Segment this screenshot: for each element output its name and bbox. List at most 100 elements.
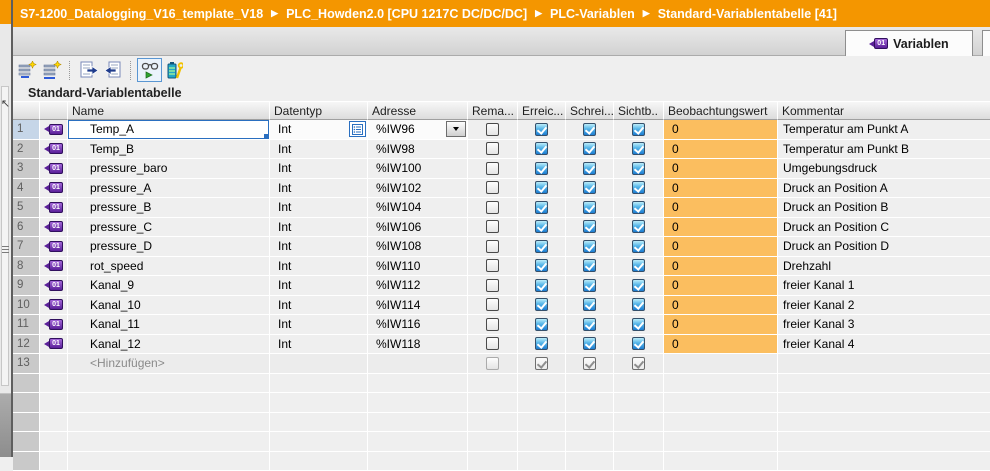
datentyp-cell[interactable]: Int (270, 198, 368, 218)
datentyp-cell[interactable]: Int (270, 335, 368, 355)
checkbox-sichtbar[interactable] (632, 162, 645, 175)
address-dropdown-button[interactable] (446, 121, 466, 137)
tab-variablen[interactable]: 01 Variablen (845, 30, 973, 56)
variable-name-cell[interactable]: Kanal_10 (68, 296, 270, 316)
header-icon[interactable] (40, 101, 68, 120)
checkbox-sichtbar[interactable] (632, 259, 645, 272)
header-sichtbar[interactable]: Sichtb.. (614, 101, 664, 120)
row-number[interactable]: 12 (13, 335, 40, 355)
export-button[interactable] (76, 58, 101, 82)
kommentar-cell[interactable]: freier Kanal 1 (778, 276, 990, 296)
kommentar-cell[interactable]: Umgebungsdruck (778, 159, 990, 179)
checkbox-schreibbar[interactable] (583, 259, 596, 272)
row-number[interactable]: 2 (13, 140, 40, 160)
checkbox-sichtbar[interactable] (632, 201, 645, 214)
breadcrumb-item[interactable]: PLC_Howden2.0 [CPU 1217C DC/DC/DC] (286, 7, 527, 21)
checkbox-sichtbar[interactable] (632, 279, 645, 292)
datentyp-cell[interactable]: Int (270, 179, 368, 199)
variable-name-cell[interactable]: Kanal_12 (68, 335, 270, 355)
row-number[interactable]: 7 (13, 237, 40, 257)
kommentar-cell[interactable]: Drehzahl (778, 257, 990, 277)
row-number[interactable]: 6 (13, 218, 40, 238)
row-number[interactable]: 10 (13, 296, 40, 316)
datentyp-cell[interactable]: Int (270, 120, 368, 140)
checkbox-erreichbar[interactable] (535, 357, 548, 370)
add-variable-row[interactable]: 13 <Hinzufügen> (13, 354, 990, 374)
adresse-cell[interactable]: %IW100 (368, 159, 468, 179)
checkbox-erreichbar[interactable] (535, 123, 548, 136)
checkbox-schreibbar[interactable] (583, 201, 596, 214)
checkbox-remanenz[interactable] (486, 181, 499, 194)
row-number[interactable]: 5 (13, 198, 40, 218)
kommentar-cell[interactable]: Druck an Position A (778, 179, 990, 199)
checkbox-remanenz[interactable] (486, 220, 499, 233)
checkbox-sichtbar[interactable] (632, 181, 645, 194)
checkbox-erreichbar[interactable] (535, 337, 548, 350)
checkbox-schreibbar[interactable] (583, 181, 596, 194)
breadcrumb-item[interactable]: Standard-Variablentabelle [41] (658, 7, 837, 21)
variable-name-cell[interactable]: Temp_B (68, 140, 270, 160)
header-remanenz[interactable]: Rema... (468, 101, 518, 120)
kommentar-cell[interactable]: Druck an Position D (778, 237, 990, 257)
checkbox-schreibbar[interactable] (583, 123, 596, 136)
checkbox-erreichbar[interactable] (535, 279, 548, 292)
variable-name-cell[interactable]: pressure_C (68, 218, 270, 238)
checkbox-sichtbar[interactable] (632, 220, 645, 233)
row-number[interactable]: 13 (13, 354, 40, 374)
header-name[interactable]: Name (68, 101, 270, 120)
checkbox-remanenz[interactable] (486, 142, 499, 155)
datentyp-cell[interactable]: Int (270, 159, 368, 179)
header-beobachtungswert[interactable]: Beobachtungswert (664, 101, 778, 120)
row-number[interactable]: 3 (13, 159, 40, 179)
adresse-cell[interactable]: %IW98 (368, 140, 468, 160)
datentyp-cell[interactable]: Int (270, 257, 368, 277)
adresse-cell[interactable]: %IW104 (368, 198, 468, 218)
checkbox-sichtbar[interactable] (632, 240, 645, 253)
variable-name-cell[interactable]: Kanal_9 (68, 276, 270, 296)
datentyp-cell[interactable]: Int (270, 237, 368, 257)
breadcrumb-item[interactable]: PLC-Variablen (550, 7, 635, 21)
checkbox-erreichbar[interactable] (535, 259, 548, 272)
checkbox-sichtbar[interactable] (632, 357, 645, 370)
adresse-cell[interactable]: %IW114 (368, 296, 468, 316)
checkbox-remanenz[interactable] (486, 240, 499, 253)
checkbox-schreibbar[interactable] (583, 240, 596, 253)
datentyp-cell[interactable]: Int (270, 296, 368, 316)
checkbox-erreichbar[interactable] (535, 162, 548, 175)
kommentar-cell[interactable]: Temperatur am Punkt B (778, 140, 990, 160)
import-button[interactable] (101, 58, 126, 82)
checkbox-schreibbar[interactable] (583, 279, 596, 292)
row-number[interactable]: 4 (13, 179, 40, 199)
checkbox-remanenz[interactable] (486, 279, 499, 292)
checkbox-sichtbar[interactable] (632, 142, 645, 155)
add-variable-cell[interactable]: <Hinzufügen> (68, 354, 270, 374)
adresse-cell[interactable]: %IW110 (368, 257, 468, 277)
checkbox-sichtbar[interactable] (632, 123, 645, 136)
row-number[interactable]: 8 (13, 257, 40, 277)
checkbox-schreibbar[interactable] (583, 142, 596, 155)
datatype-picker-button[interactable] (349, 121, 366, 137)
checkbox-erreichbar[interactable] (535, 142, 548, 155)
variable-name-cell[interactable]: Temp_A (68, 120, 270, 140)
monitor-all-button[interactable] (137, 58, 162, 82)
header-kommentar[interactable]: Kommentar (778, 101, 990, 120)
checkbox-schreibbar[interactable] (583, 298, 596, 311)
adresse-cell[interactable]: %IW118 (368, 335, 468, 355)
checkbox-erreichbar[interactable] (535, 240, 548, 253)
checkbox-remanenz[interactable] (486, 162, 499, 175)
variable-name-cell[interactable]: pressure_B (68, 198, 270, 218)
row-number[interactable]: 1 (13, 120, 40, 140)
adresse-cell[interactable]: %IW108 (368, 237, 468, 257)
checkbox-sichtbar[interactable] (632, 337, 645, 350)
variable-name-cell[interactable]: rot_speed (68, 257, 270, 277)
breadcrumb-item[interactable]: S7-1200_Datalogging_V16_template_V18 (20, 7, 263, 21)
checkbox-schreibbar[interactable] (583, 318, 596, 331)
checkbox-schreibbar[interactable] (583, 337, 596, 350)
datentyp-cell[interactable]: Int (270, 276, 368, 296)
kommentar-cell[interactable]: Druck an Position B (778, 198, 990, 218)
checkbox-schreibbar[interactable] (583, 357, 596, 370)
checkbox-remanenz[interactable] (486, 318, 499, 331)
header-row-number[interactable] (13, 101, 40, 120)
adresse-cell[interactable]: %IW112 (368, 276, 468, 296)
kommentar-cell[interactable]: freier Kanal 4 (778, 335, 990, 355)
